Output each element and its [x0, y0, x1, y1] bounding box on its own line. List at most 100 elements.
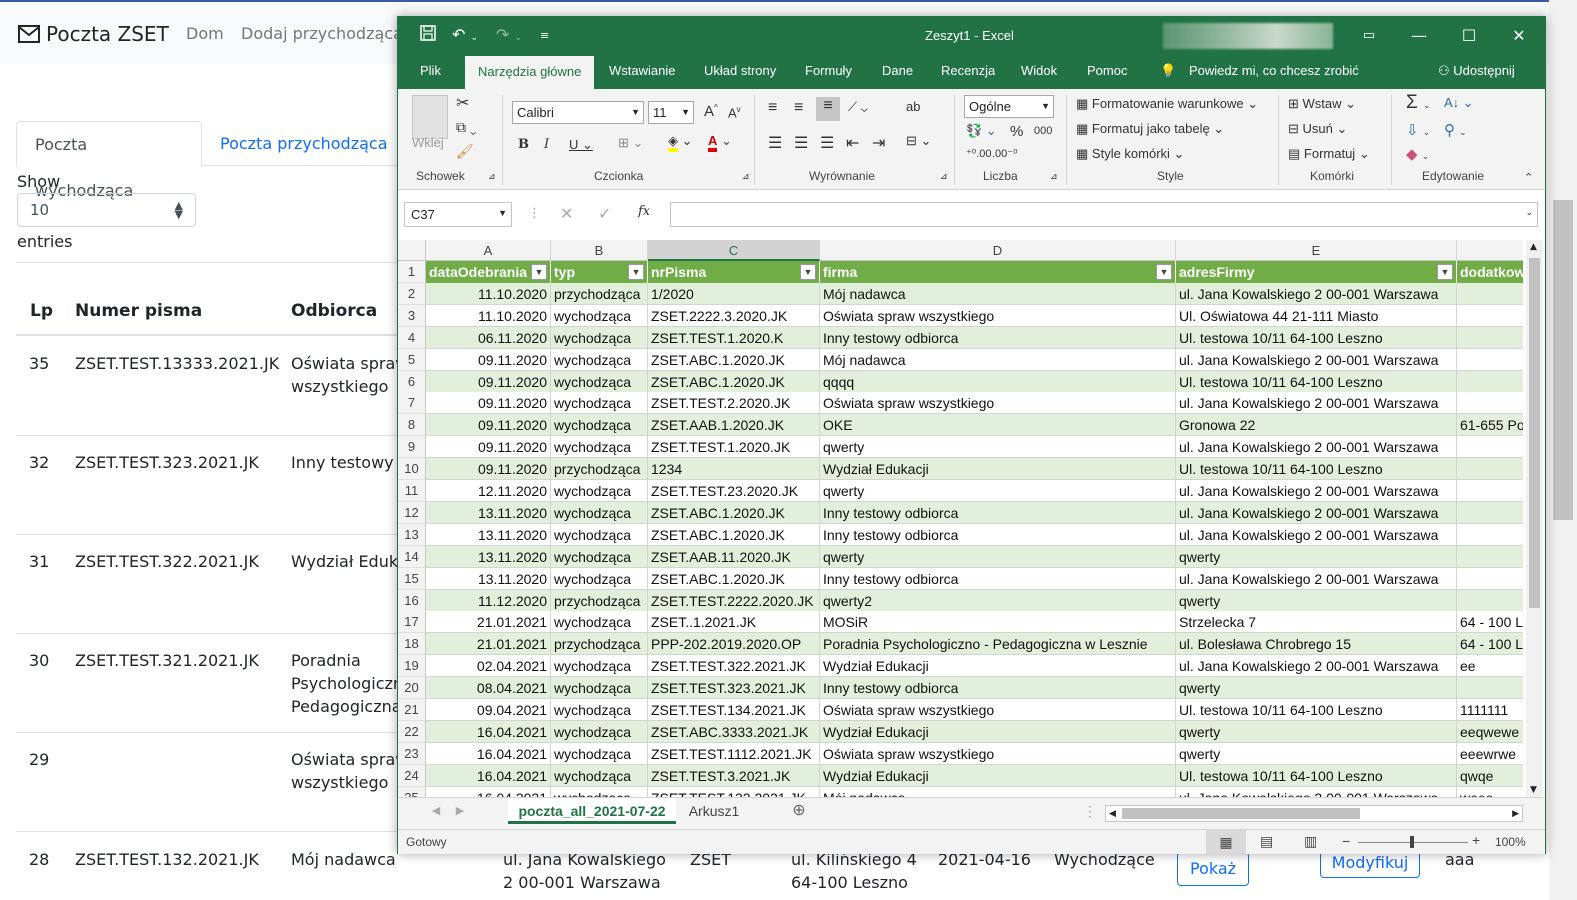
- accounting-format-icon[interactable]: 💱 ⌄: [966, 123, 997, 139]
- row-header[interactable]: 24: [398, 764, 426, 787]
- cell[interactable]: ZSET.ABC.1.2020.JK: [648, 523, 820, 546]
- column-header[interactable]: E: [1176, 240, 1457, 261]
- tab-file[interactable]: Plik: [420, 63, 441, 78]
- row-header[interactable]: 8: [398, 414, 426, 437]
- zoom-slider-thumb[interactable]: [1410, 836, 1414, 848]
- sheet-tab[interactable]: Arkusz1: [680, 798, 748, 824]
- cell[interactable]: wychodząca: [551, 392, 648, 415]
- tab-review[interactable]: Recenzja: [941, 63, 995, 78]
- cell[interactable]: ZSET.TEST.134.2021.JK: [648, 699, 820, 721]
- cell[interactable]: wychodząca: [551, 304, 648, 327]
- show-button[interactable]: Pokaż: [1177, 852, 1249, 886]
- cell[interactable]: qqqq: [820, 370, 1176, 393]
- increase-decimal-icon[interactable]: ⁺⁰.00: [966, 147, 992, 160]
- cell[interactable]: [1457, 304, 1523, 327]
- format-painter-icon[interactable]: 🖌: [456, 143, 474, 160]
- cell[interactable]: ZSET.TEST.2222.2020.JK: [648, 589, 820, 612]
- cell[interactable]: 06.11.2020: [426, 326, 551, 349]
- close-icon[interactable]: ✕: [1496, 23, 1542, 49]
- table-header-cell[interactable]: dataOdebrania ▼: [426, 261, 551, 283]
- cell[interactable]: Inny testowy odbiorca: [820, 501, 1176, 524]
- tab-formulas[interactable]: Formuły: [805, 63, 852, 78]
- decrease-indent-icon[interactable]: ⇤: [846, 133, 859, 153]
- cell[interactable]: 09.11.2020: [426, 436, 551, 459]
- cell[interactable]: wychodząca: [551, 764, 648, 787]
- dialog-launcher-icon[interactable]: ⊿: [742, 171, 750, 182]
- cell[interactable]: ZSET.TEST.1112.2021.JK: [648, 742, 820, 765]
- row-header[interactable]: 7: [398, 392, 426, 415]
- zoom-out-icon[interactable]: −: [1342, 833, 1350, 849]
- cell[interactable]: ee: [1457, 655, 1523, 678]
- cell[interactable]: Mój nadawca: [820, 348, 1176, 371]
- fill-color-icon[interactable]: ◈ ⌄: [668, 133, 693, 152]
- cell[interactable]: 1/2020: [648, 282, 820, 305]
- cell[interactable]: ZSET.TEST.322.2021.JK: [648, 655, 820, 678]
- row-header[interactable]: 14: [398, 545, 426, 568]
- underline-button[interactable]: U ⌄: [569, 137, 593, 153]
- filter-dropdown-icon[interactable]: ▼: [628, 264, 644, 280]
- zoom-level[interactable]: 100%: [1495, 835, 1526, 849]
- cell[interactable]: przychodząca: [551, 633, 648, 656]
- cell[interactable]: ZSET.AAB.11.2020.JK: [648, 545, 820, 568]
- cell[interactable]: wychodząca: [551, 501, 648, 524]
- cell[interactable]: 11.10.2020: [426, 304, 551, 327]
- orientation-icon[interactable]: ⟋ ⌄: [848, 99, 868, 115]
- row-header[interactable]: 15: [398, 567, 426, 590]
- table-header-cell[interactable]: adresFirmy ▼: [1176, 261, 1457, 283]
- spreadsheet-grid[interactable]: A B C D E 1 dataOdebrania ▼ typ ▼ nrPisma ▼ firma ▼ ad…: [398, 240, 1523, 797]
- cell[interactable]: wychodząca: [551, 326, 648, 349]
- align-bottom-icon[interactable]: ≡: [816, 97, 840, 121]
- column-header[interactable]: C: [648, 240, 820, 261]
- cell[interactable]: Oświata spraw wszystkiego: [820, 304, 1176, 327]
- cell[interactable]: Inny testowy odbiorca: [820, 326, 1176, 349]
- dialog-launcher-icon[interactable]: ⊿: [488, 171, 496, 182]
- column-header[interactable]: A: [426, 240, 551, 261]
- align-center-icon[interactable]: ☰: [794, 133, 808, 153]
- paste-button[interactable]: Wklej: [412, 135, 444, 150]
- cell[interactable]: qwerty: [1176, 589, 1457, 612]
- cell[interactable]: ZSET.TEST.23.2020.JK: [648, 480, 820, 502]
- cell[interactable]: wychodząca: [551, 742, 648, 765]
- cell[interactable]: [1457, 501, 1523, 524]
- cell[interactable]: [1457, 589, 1523, 612]
- cell[interactable]: ul. Jana Kowalskiego 2 00-001 Warszawa: [1176, 348, 1457, 371]
- column-header[interactable]: B: [551, 240, 648, 261]
- increase-indent-icon[interactable]: ⇥: [872, 133, 885, 153]
- tab-page-layout[interactable]: Układ strony: [704, 63, 776, 78]
- cell[interactable]: 09.11.2020: [426, 348, 551, 371]
- row-header[interactable]: 19: [398, 655, 426, 678]
- minimize-icon[interactable]: —: [1396, 23, 1442, 49]
- cell[interactable]: [1457, 480, 1523, 502]
- cell[interactable]: ZSET.TEST.1.2020.JK: [648, 436, 820, 459]
- vertical-scrollbar-thumb[interactable]: [1529, 258, 1540, 608]
- row-header[interactable]: 25: [398, 786, 426, 797]
- col-numer-pisma[interactable]: Numer pisma: [75, 301, 202, 321]
- cell[interactable]: 02.04.2021: [426, 655, 551, 678]
- brand[interactable]: Poczta ZSET: [18, 22, 169, 46]
- align-right-icon[interactable]: ☰: [820, 133, 834, 153]
- align-left-icon[interactable]: ☰: [768, 133, 782, 153]
- cell[interactable]: przychodząca: [551, 282, 648, 305]
- cell[interactable]: 11.12.2020: [426, 589, 551, 612]
- cell[interactable]: ul. Jana Kowalskiego 2 00-001 Warszawa: [1176, 523, 1457, 546]
- dialog-launcher-icon[interactable]: ⊿: [1050, 171, 1058, 182]
- cell[interactable]: wychodząca: [551, 348, 648, 371]
- tab-insert[interactable]: Wstawianie: [609, 63, 675, 78]
- cell[interactable]: Wydział Edukacji: [820, 458, 1176, 481]
- cell[interactable]: Oświata spraw wszystkiego: [820, 392, 1176, 415]
- row-header[interactable]: 1: [398, 261, 426, 283]
- sheet-tab-active[interactable]: poczta_all_2021-07-22: [508, 798, 676, 824]
- tab-incoming[interactable]: Poczta przychodząca: [202, 121, 406, 167]
- cell[interactable]: 09.11.2020: [426, 414, 551, 437]
- row-header[interactable]: 16: [398, 589, 426, 612]
- cell[interactable]: ZSET.ABC.1.2020.JK: [648, 370, 820, 393]
- cell[interactable]: qwqe: [1457, 764, 1523, 787]
- save-icon[interactable]: [420, 25, 436, 45]
- cell[interactable]: Poradnia Psychologiczno - Pedagogiczna w…: [820, 633, 1176, 656]
- row-header[interactable]: 17: [398, 611, 426, 634]
- format-as-table-button[interactable]: ▦ Formatuj jako tabelę ⌄: [1076, 121, 1224, 137]
- cell[interactable]: ul. Jana Kowalskiego 2 00-001 Warszawa: [1176, 567, 1457, 590]
- cell[interactable]: 13.11.2020: [426, 523, 551, 546]
- customize-qat-icon[interactable]: ≡: [540, 29, 549, 42]
- cell[interactable]: ul. Jana Kowalskiego 2 00-001 Warszawa: [1176, 480, 1457, 502]
